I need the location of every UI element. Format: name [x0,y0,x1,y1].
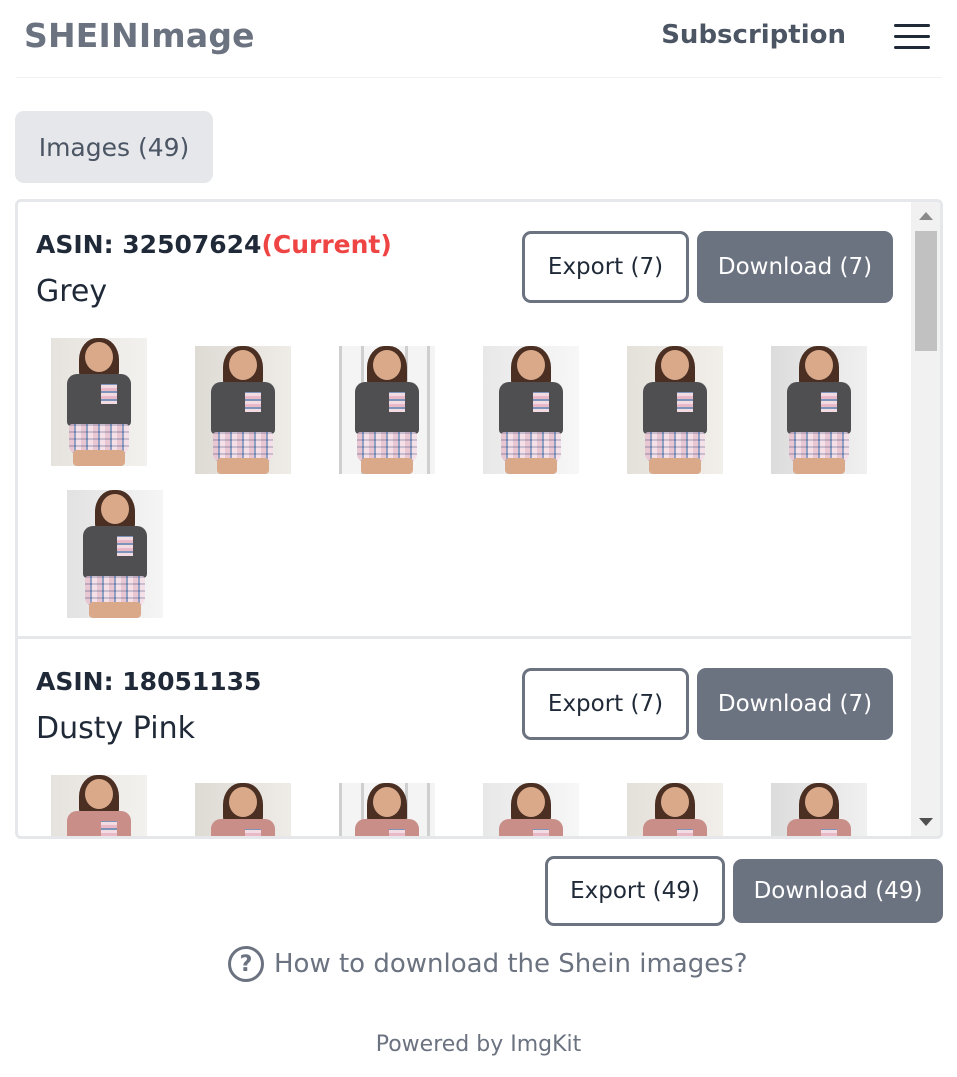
download-group-button[interactable]: Download (7) [697,231,893,303]
product-thumbnail[interactable] [339,346,435,474]
image-group-dusty-pink: ASIN: 18051135 Dusty Pink Export (7) Dow… [18,639,911,836]
current-badge: (Current) [261,230,392,259]
product-thumbnail[interactable] [195,783,291,836]
product-thumbnail[interactable] [339,783,435,836]
top-nav: SHEINImage Subscription [16,0,942,78]
variant-color-name: Grey [36,274,108,309]
asin-value: ASIN: 32507624 [36,230,262,259]
image-group-list: ASIN: 32507624(Current) Grey Export (7) … [15,199,943,839]
tab-images[interactable]: Images (49) [15,111,213,183]
vertical-scrollbar[interactable] [911,202,940,836]
export-group-button[interactable]: Export (7) [522,231,689,303]
asin-label: ASIN: 18051135 [36,667,261,696]
help-link[interactable]: ? How to download the Shein images? [228,944,748,984]
help-link-text: How to download the Shein images? [274,949,748,979]
subscription-link[interactable]: Subscription [661,20,846,50]
site-logo[interactable]: SHEINImage [24,16,255,55]
export-all-button[interactable]: Export (49) [545,856,725,926]
asin-value: ASIN: 18051135 [36,667,262,696]
product-thumbnail[interactable] [771,346,867,474]
download-group-button[interactable]: Download (7) [697,668,893,740]
download-all-button[interactable]: Download (49) [733,859,943,923]
product-thumbnail[interactable] [771,783,867,836]
hamburger-menu-icon[interactable] [894,24,930,50]
product-thumbnail[interactable] [51,338,147,466]
product-thumbnail[interactable] [627,346,723,474]
variant-color-name: Dusty Pink [36,711,195,746]
asin-label: ASIN: 32507624(Current) [36,230,392,259]
product-thumbnail[interactable] [51,775,147,836]
product-thumbnail[interactable] [483,346,579,474]
product-thumbnail[interactable] [67,490,163,618]
scroll-up-arrow-icon[interactable] [919,212,933,220]
product-thumbnail[interactable] [195,346,291,474]
scroll-down-arrow-icon[interactable] [919,818,933,826]
export-group-button[interactable]: Export (7) [522,668,689,740]
product-thumbnail[interactable] [627,783,723,836]
image-group-grey: ASIN: 32507624(Current) Grey Export (7) … [18,202,911,636]
scrollbar-thumb[interactable] [915,231,937,351]
image-group-scroll-area[interactable]: ASIN: 32507624(Current) Grey Export (7) … [18,202,911,836]
powered-by-footer: Powered by ImgKit [375,1032,582,1057]
product-thumbnail[interactable] [483,783,579,836]
question-circle-icon: ? [228,946,264,982]
